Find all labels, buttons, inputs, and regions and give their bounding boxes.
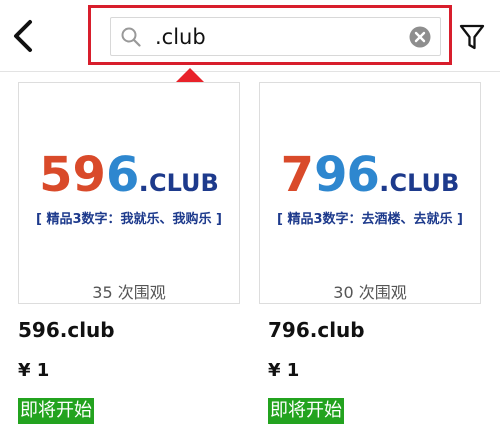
status-badge: 即将开始 bbox=[268, 398, 344, 424]
top-bar bbox=[0, 0, 500, 72]
filter-icon bbox=[459, 24, 485, 50]
listing-slogan: [ 精品3数字：去酒楼、去就乐 ] bbox=[277, 212, 463, 227]
back-button[interactable] bbox=[8, 18, 38, 54]
listing-card-image[interactable]: 796.CLUB [ 精品3数字：去酒楼、去就乐 ] 30 次围观 bbox=[259, 82, 481, 304]
status-badge: 即将开始 bbox=[18, 398, 94, 424]
listing-price: ¥ 1 bbox=[18, 360, 50, 381]
top-bar-divider bbox=[0, 71, 500, 72]
listing-domain-name[interactable]: 596.club bbox=[18, 318, 115, 342]
domain-logo: 796.CLUB bbox=[280, 147, 460, 203]
search-field[interactable] bbox=[110, 17, 441, 56]
view-count: 35 次围观 bbox=[92, 283, 166, 302]
search-input[interactable] bbox=[155, 22, 395, 51]
listing-domain-name[interactable]: 796.club bbox=[268, 318, 365, 342]
search-icon bbox=[121, 27, 141, 47]
chevron-left-icon bbox=[14, 20, 32, 52]
listing-price: ¥ 1 bbox=[268, 360, 300, 381]
listing-slogan: [ 精品3数字：我就乐、我购乐 ] bbox=[36, 212, 222, 227]
filter-button[interactable] bbox=[458, 22, 486, 52]
view-count: 30 次围观 bbox=[333, 283, 407, 302]
domain-logo: 596.CLUB bbox=[39, 147, 219, 203]
clear-icon[interactable] bbox=[409, 26, 431, 48]
listing-card-image[interactable]: 596.CLUB [ 精品3数字：我就乐、我购乐 ] 35 次围观 bbox=[18, 82, 240, 304]
